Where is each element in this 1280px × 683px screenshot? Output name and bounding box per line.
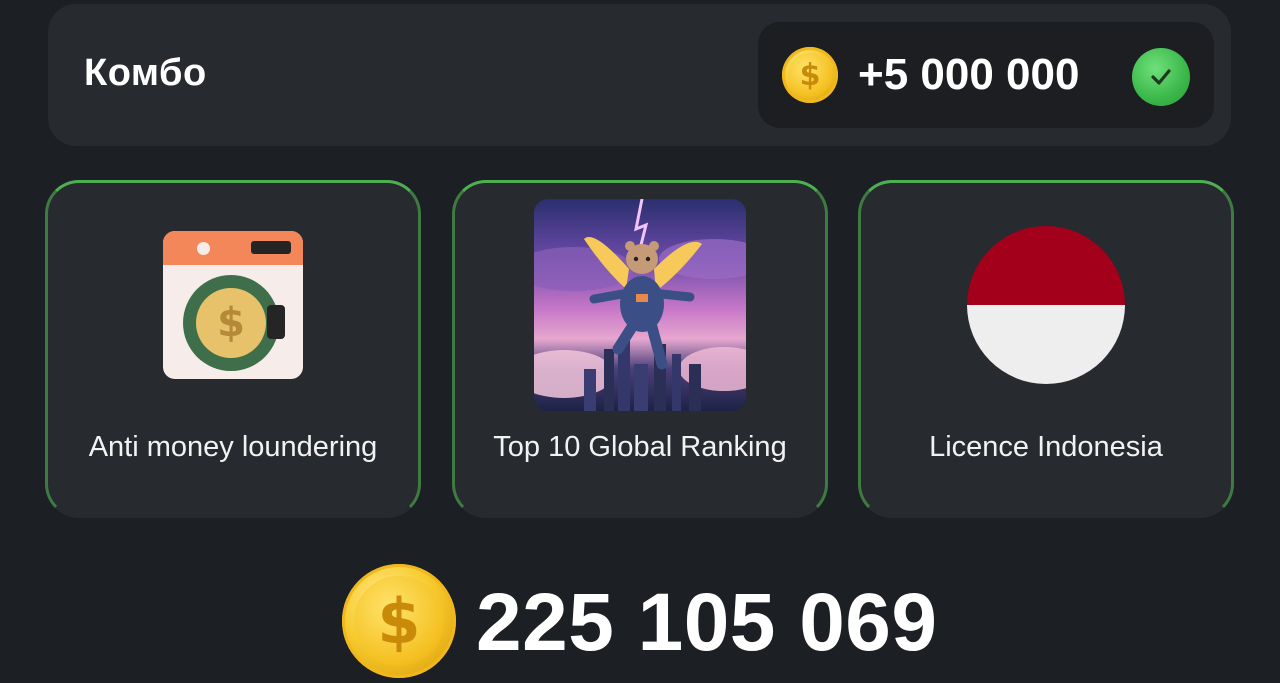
daily-combo-screen: Комбо $ +5 000 000 $ Anti money lounderi…	[0, 0, 1280, 683]
combo-header: Комбо $ +5 000 000	[48, 4, 1231, 146]
check-icon	[1132, 48, 1190, 106]
washing-machine-coin-icon: $	[127, 199, 339, 411]
flying-hamster-image	[534, 199, 746, 411]
combo-title: Комбо	[84, 52, 207, 94]
coin-icon: $	[342, 564, 456, 678]
combo-card-top-10-global-ranking[interactable]: Top 10 Global Ranking	[452, 180, 828, 518]
indonesia-flag-icon	[940, 199, 1152, 411]
card-label: Licence Indonesia	[929, 431, 1163, 463]
balance-amount: 225 105 069	[476, 577, 938, 668]
card-label: Anti money loundering	[88, 431, 378, 463]
card-label: Top 10 Global Ranking	[493, 431, 787, 463]
combo-card-licence-indonesia[interactable]: Licence Indonesia	[858, 180, 1234, 518]
coin-icon: $	[782, 47, 838, 103]
combo-reward-amount: +5 000 000	[858, 50, 1080, 99]
combo-reward-pill: $ +5 000 000	[758, 22, 1214, 128]
combo-card-anti-money-laundering[interactable]: $ Anti money loundering	[45, 180, 421, 518]
